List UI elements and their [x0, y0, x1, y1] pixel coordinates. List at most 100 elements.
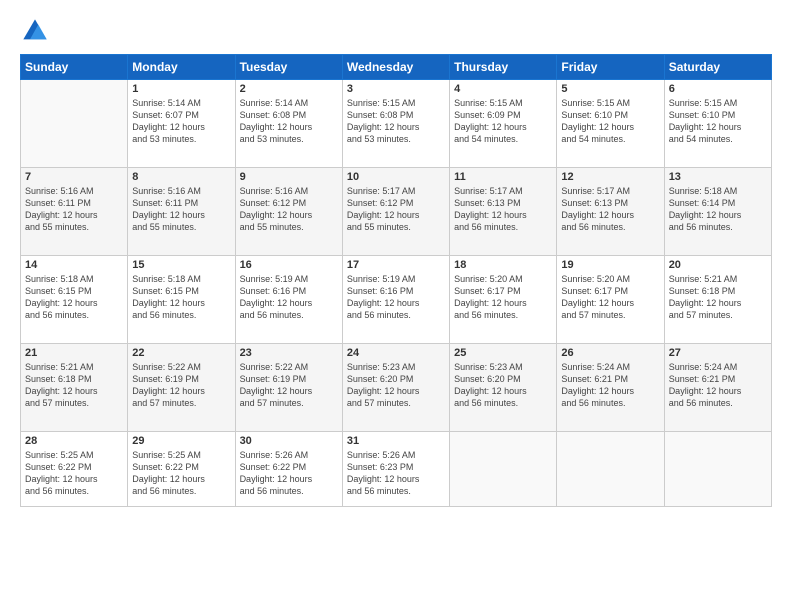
calendar-cell: 20 Sunrise: 5:21 AM Sunset: 6:18 PM Dayli…: [664, 256, 771, 344]
week-row-2: 7Sunrise: 5:16 AM Sunset: 6:11 PM Daylig…: [21, 168, 772, 256]
calendar-cell: 16 Sunrise: 5:19 AM Sunset: 6:16 PM Dayli…: [235, 256, 342, 344]
calendar-cell: [21, 80, 128, 168]
weekday-header-tuesday: Tuesday: [235, 55, 342, 80]
calendar-cell: 17Sunrise: 5:19 AM Sunset: 6:16 PM Dayli…: [342, 256, 449, 344]
day-number: 15: [132, 259, 230, 271]
day-info: Sunrise: 5:18 AM Sunset: 6:15 PM Dayligh…: [132, 273, 230, 322]
calendar-cell: 18Sunrise: 5:20 AM Sunset: 6:17 PM Dayli…: [450, 256, 557, 344]
day-info: Sunrise: 5:17 AM Sunset: 6:13 PM Dayligh…: [454, 185, 552, 234]
day-info: Sunrise: 5:23 AM Sunset: 6:20 PM Dayligh…: [347, 361, 445, 410]
calendar-cell: 7Sunrise: 5:16 AM Sunset: 6:11 PM Daylig…: [21, 168, 128, 256]
calendar-cell: [450, 432, 557, 507]
day-info: Sunrise: 5:18 AM Sunset: 6:14 PM Dayligh…: [669, 185, 767, 234]
calendar-cell: 25 Sunrise: 5:23 AM Sunset: 6:20 PM Dayli…: [450, 344, 557, 432]
calendar-cell: 28 Sunrise: 5:25 AM Sunset: 6:22 PM Dayli…: [21, 432, 128, 507]
week-row-4: 21 Sunrise: 5:21 AM Sunset: 6:18 PM Dayli…: [21, 344, 772, 432]
day-info: Sunrise: 5:18 AM Sunset: 6:15 PM Dayligh…: [25, 273, 123, 322]
calendar-cell: [557, 432, 664, 507]
calendar-cell: 9 Sunrise: 5:16 AM Sunset: 6:12 PM Daylig…: [235, 168, 342, 256]
day-number: 3: [347, 83, 445, 95]
day-info: Sunrise: 5:25 AM Sunset: 6:22 PM Dayligh…: [132, 449, 230, 498]
calendar-cell: 29 Sunrise: 5:25 AM Sunset: 6:22 PM Dayli…: [128, 432, 235, 507]
logo-icon: [20, 16, 50, 46]
weekday-header-friday: Friday: [557, 55, 664, 80]
day-info: Sunrise: 5:22 AM Sunset: 6:19 PM Dayligh…: [132, 361, 230, 410]
header: [20, 16, 772, 46]
day-info: Sunrise: 5:16 AM Sunset: 6:11 PM Dayligh…: [132, 185, 230, 234]
day-number: 11: [454, 171, 552, 183]
week-row-1: 1Sunrise: 5:14 AM Sunset: 6:07 PM Daylig…: [21, 80, 772, 168]
day-info: Sunrise: 5:19 AM Sunset: 6:16 PM Dayligh…: [240, 273, 338, 322]
calendar-cell: 6 Sunrise: 5:15 AM Sunset: 6:10 PM Daylig…: [664, 80, 771, 168]
day-info: Sunrise: 5:26 AM Sunset: 6:22 PM Dayligh…: [240, 449, 338, 498]
calendar-cell: [664, 432, 771, 507]
calendar-cell: 15 Sunrise: 5:18 AM Sunset: 6:15 PM Dayli…: [128, 256, 235, 344]
calendar-cell: 19Sunrise: 5:20 AM Sunset: 6:17 PM Dayli…: [557, 256, 664, 344]
day-number: 4: [454, 83, 552, 95]
day-info: Sunrise: 5:14 AM Sunset: 6:07 PM Dayligh…: [132, 97, 230, 146]
calendar-cell: 3Sunrise: 5:15 AM Sunset: 6:08 PM Daylig…: [342, 80, 449, 168]
day-number: 28: [25, 435, 123, 447]
day-info: Sunrise: 5:16 AM Sunset: 6:12 PM Dayligh…: [240, 185, 338, 234]
day-info: Sunrise: 5:15 AM Sunset: 6:09 PM Dayligh…: [454, 97, 552, 146]
weekday-header-saturday: Saturday: [664, 55, 771, 80]
day-number: 9: [240, 171, 338, 183]
day-info: Sunrise: 5:15 AM Sunset: 6:10 PM Dayligh…: [561, 97, 659, 146]
day-info: Sunrise: 5:21 AM Sunset: 6:18 PM Dayligh…: [25, 361, 123, 410]
day-number: 14: [25, 259, 123, 271]
day-number: 31: [347, 435, 445, 447]
day-number: 13: [669, 171, 767, 183]
calendar-table: SundayMondayTuesdayWednesdayThursdayFrid…: [20, 54, 772, 507]
day-info: Sunrise: 5:16 AM Sunset: 6:11 PM Dayligh…: [25, 185, 123, 234]
day-number: 23: [240, 347, 338, 359]
calendar-cell: 30 Sunrise: 5:26 AM Sunset: 6:22 PM Dayli…: [235, 432, 342, 507]
day-number: 16: [240, 259, 338, 271]
calendar-cell: 31 Sunrise: 5:26 AM Sunset: 6:23 PM Dayli…: [342, 432, 449, 507]
day-number: 12: [561, 171, 659, 183]
day-number: 21: [25, 347, 123, 359]
day-number: 5: [561, 83, 659, 95]
calendar-cell: 21 Sunrise: 5:21 AM Sunset: 6:18 PM Dayli…: [21, 344, 128, 432]
day-number: 17: [347, 259, 445, 271]
day-number: 6: [669, 83, 767, 95]
calendar-header: SundayMondayTuesdayWednesdayThursdayFrid…: [21, 55, 772, 80]
day-info: Sunrise: 5:22 AM Sunset: 6:19 PM Dayligh…: [240, 361, 338, 410]
day-number: 29: [132, 435, 230, 447]
calendar-cell: 23 Sunrise: 5:22 AM Sunset: 6:19 PM Dayli…: [235, 344, 342, 432]
calendar-body: 1Sunrise: 5:14 AM Sunset: 6:07 PM Daylig…: [21, 80, 772, 507]
day-info: Sunrise: 5:23 AM Sunset: 6:20 PM Dayligh…: [454, 361, 552, 410]
day-info: Sunrise: 5:24 AM Sunset: 6:21 PM Dayligh…: [669, 361, 767, 410]
day-info: Sunrise: 5:15 AM Sunset: 6:10 PM Dayligh…: [669, 97, 767, 146]
day-number: 27: [669, 347, 767, 359]
day-number: 22: [132, 347, 230, 359]
weekday-header-wednesday: Wednesday: [342, 55, 449, 80]
day-number: 25: [454, 347, 552, 359]
day-number: 26: [561, 347, 659, 359]
day-number: 10: [347, 171, 445, 183]
day-number: 24: [347, 347, 445, 359]
day-number: 2: [240, 83, 338, 95]
calendar-cell: 11 Sunrise: 5:17 AM Sunset: 6:13 PM Dayli…: [450, 168, 557, 256]
weekday-row: SundayMondayTuesdayWednesdayThursdayFrid…: [21, 55, 772, 80]
day-info: Sunrise: 5:25 AM Sunset: 6:22 PM Dayligh…: [25, 449, 123, 498]
weekday-header-sunday: Sunday: [21, 55, 128, 80]
calendar-cell: 22 Sunrise: 5:22 AM Sunset: 6:19 PM Dayli…: [128, 344, 235, 432]
day-info: Sunrise: 5:24 AM Sunset: 6:21 PM Dayligh…: [561, 361, 659, 410]
calendar-cell: 5 Sunrise: 5:15 AM Sunset: 6:10 PM Daylig…: [557, 80, 664, 168]
day-number: 18: [454, 259, 552, 271]
week-row-5: 28 Sunrise: 5:25 AM Sunset: 6:22 PM Dayli…: [21, 432, 772, 507]
weekday-header-thursday: Thursday: [450, 55, 557, 80]
calendar-cell: 27 Sunrise: 5:24 AM Sunset: 6:21 PM Dayli…: [664, 344, 771, 432]
day-info: Sunrise: 5:26 AM Sunset: 6:23 PM Dayligh…: [347, 449, 445, 498]
calendar-cell: 4 Sunrise: 5:15 AM Sunset: 6:09 PM Daylig…: [450, 80, 557, 168]
week-row-3: 14 Sunrise: 5:18 AM Sunset: 6:15 PM Dayli…: [21, 256, 772, 344]
calendar-cell: 13 Sunrise: 5:18 AM Sunset: 6:14 PM Dayli…: [664, 168, 771, 256]
day-number: 30: [240, 435, 338, 447]
day-number: 19: [561, 259, 659, 271]
day-info: Sunrise: 5:21 AM Sunset: 6:18 PM Dayligh…: [669, 273, 767, 322]
logo: [20, 16, 54, 46]
day-info: Sunrise: 5:17 AM Sunset: 6:12 PM Dayligh…: [347, 185, 445, 234]
calendar-cell: 26 Sunrise: 5:24 AM Sunset: 6:21 PM Dayli…: [557, 344, 664, 432]
calendar-cell: 14 Sunrise: 5:18 AM Sunset: 6:15 PM Dayli…: [21, 256, 128, 344]
day-number: 20: [669, 259, 767, 271]
